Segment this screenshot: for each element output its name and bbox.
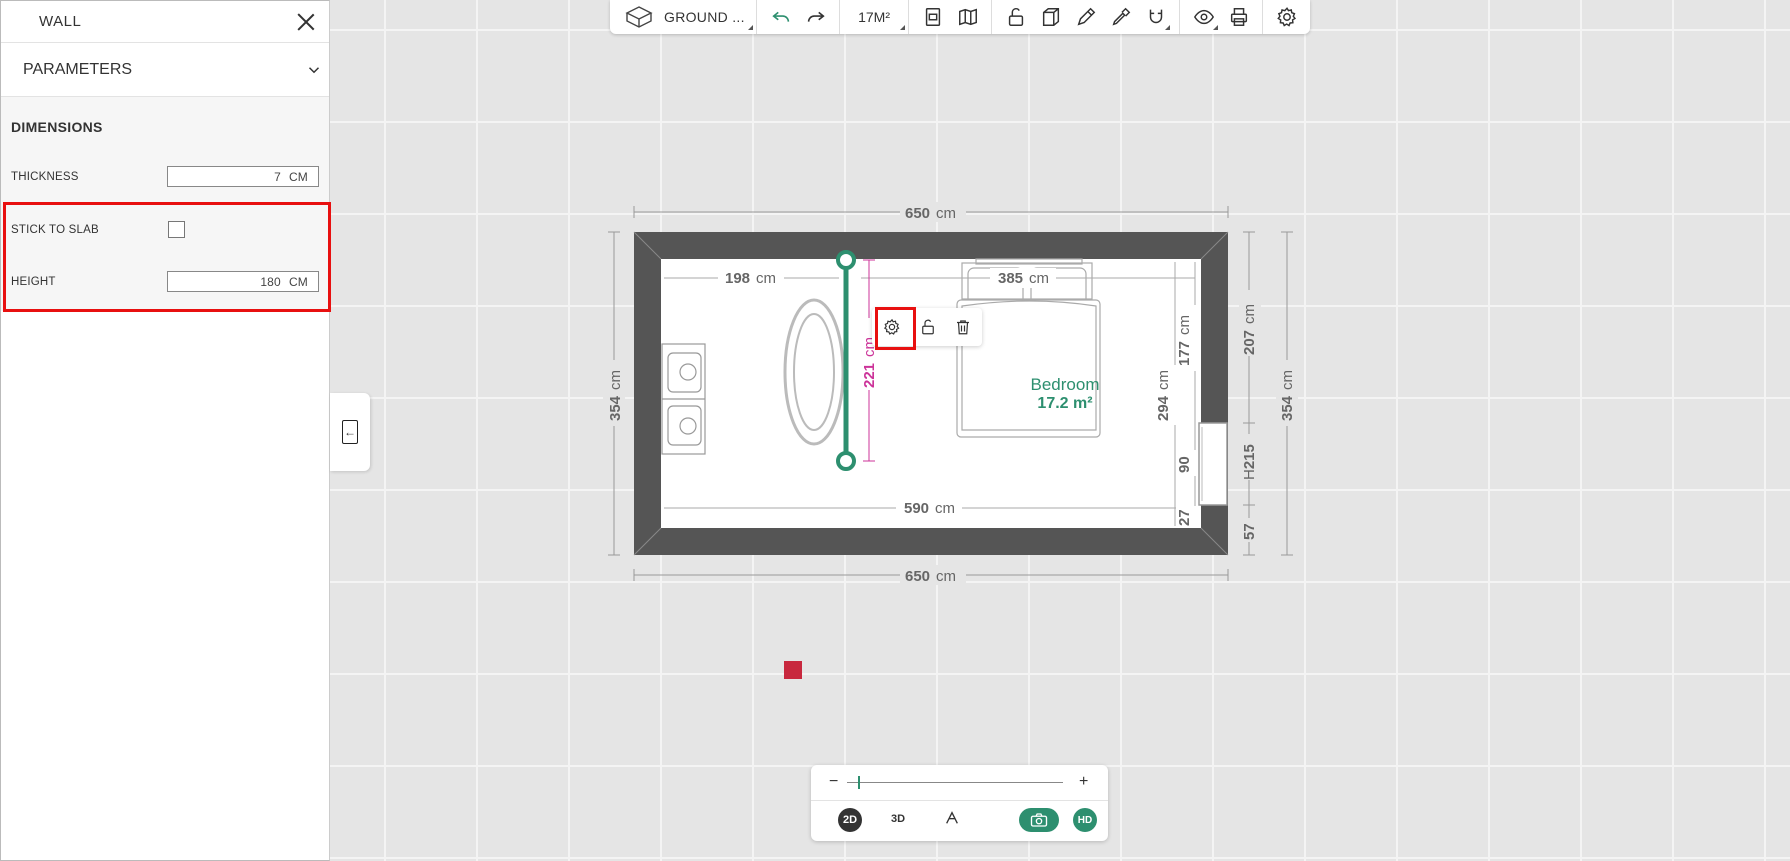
- camera-icon: [1030, 813, 1048, 827]
- unlock-icon: [1008, 7, 1023, 26]
- room-name[interactable]: Bedroom: [1031, 375, 1100, 394]
- dimensions-title: DIMENSIONS: [11, 119, 103, 135]
- magnet-button[interactable]: [1138, 0, 1173, 34]
- box-icon: [1042, 8, 1059, 26]
- box-3d-button[interactable]: [1033, 0, 1068, 34]
- document-icon: [925, 8, 940, 26]
- zoom-slider-thumb[interactable]: [857, 776, 860, 789]
- level-label: GROUND ...: [664, 9, 745, 25]
- panel-title: WALL: [39, 13, 82, 30]
- thickness-label: THICKNESS: [11, 170, 79, 183]
- annotation-button[interactable]: [944, 810, 960, 830]
- zoom-row: − +: [811, 765, 1108, 801]
- tools-group: [992, 0, 1180, 34]
- gear-icon: [1276, 7, 1296, 27]
- thickness-row: THICKNESS 7 CM: [11, 166, 319, 187]
- text-a-icon: [946, 811, 958, 824]
- print-button[interactable]: [1221, 0, 1256, 34]
- zoom-view-panel: − + 2D 3D HD: [811, 765, 1108, 841]
- settings-group: [1263, 0, 1310, 34]
- parameters-section-header[interactable]: PARAMETERS: [1, 43, 329, 97]
- dim-inner-right-27: 27: [1176, 509, 1193, 526]
- thickness-value: 7: [274, 169, 281, 184]
- history-group: [757, 0, 841, 34]
- cube-icon: [625, 6, 653, 28]
- chevron-down-icon: [308, 66, 320, 73]
- top-toolbar: GROUND ... 17M²: [610, 0, 1310, 34]
- panel-header: WALL: [1, 1, 329, 43]
- settings-button[interactable]: [1269, 0, 1304, 34]
- catalog-group: [909, 0, 992, 34]
- pencil-icon: [1077, 7, 1095, 26]
- dim-right-seg-mid: H215: [1241, 444, 1258, 480]
- undo-button[interactable]: [763, 0, 798, 34]
- marker-square[interactable]: [784, 661, 802, 679]
- level-selector[interactable]: GROUND ...: [610, 0, 758, 34]
- window-right[interactable]: [1198, 422, 1228, 506]
- view-mode-row: 2D 3D HD: [811, 801, 1108, 841]
- magnet-icon: [1149, 9, 1162, 24]
- collapse-arrow-icon: ←: [342, 420, 358, 444]
- thickness-input[interactable]: 7 CM: [167, 166, 319, 187]
- collapse-panel-button[interactable]: ←: [330, 393, 370, 471]
- visibility-button[interactable]: [1186, 0, 1221, 34]
- map-icon: [958, 8, 977, 26]
- thickness-unit: CM: [288, 169, 308, 184]
- wall-properties-panel: WALL PARAMETERS DIMENSIONS THICKNESS 7 C…: [0, 0, 331, 861]
- close-icon[interactable]: [295, 11, 317, 33]
- dim-inner-right-90: 90: [1176, 456, 1193, 473]
- eye-icon: [1193, 9, 1214, 25]
- room-area: 17.2 m²: [1037, 395, 1092, 412]
- double-sink[interactable]: [661, 343, 706, 455]
- hd-button[interactable]: HD: [1073, 808, 1097, 832]
- redo-icon: [807, 11, 825, 22]
- zoom-out-button[interactable]: −: [829, 773, 838, 791]
- printer-icon: [1230, 8, 1247, 26]
- map-button[interactable]: [950, 0, 985, 34]
- catalog-button[interactable]: [915, 0, 950, 34]
- undo-icon: [771, 11, 789, 22]
- camera-button[interactable]: [1019, 808, 1059, 832]
- view-3d-button[interactable]: 3D: [891, 813, 905, 825]
- zoom-in-button[interactable]: +: [1079, 773, 1088, 791]
- lock-button[interactable]: [998, 0, 1033, 34]
- redo-button[interactable]: [798, 0, 833, 34]
- zoom-slider[interactable]: [847, 782, 1063, 783]
- area-selector[interactable]: 17M²: [840, 0, 909, 34]
- view-2d-button[interactable]: 2D: [838, 808, 862, 832]
- highlight-box: [3, 202, 331, 312]
- eyedropper-button[interactable]: [1103, 0, 1138, 34]
- unlock-icon: [922, 319, 934, 335]
- draw-button[interactable]: [1068, 0, 1103, 34]
- trash-icon: [957, 320, 969, 335]
- settings-highlight-box: [875, 307, 916, 350]
- parameters-label: PARAMETERS: [23, 60, 133, 78]
- wall-delete-button[interactable]: [945, 308, 981, 346]
- area-label: 17M²: [858, 9, 890, 25]
- dim-right-seg-bottom: 57: [1241, 523, 1258, 540]
- eyedropper-icon: [1112, 7, 1130, 26]
- view-group: [1180, 0, 1263, 34]
